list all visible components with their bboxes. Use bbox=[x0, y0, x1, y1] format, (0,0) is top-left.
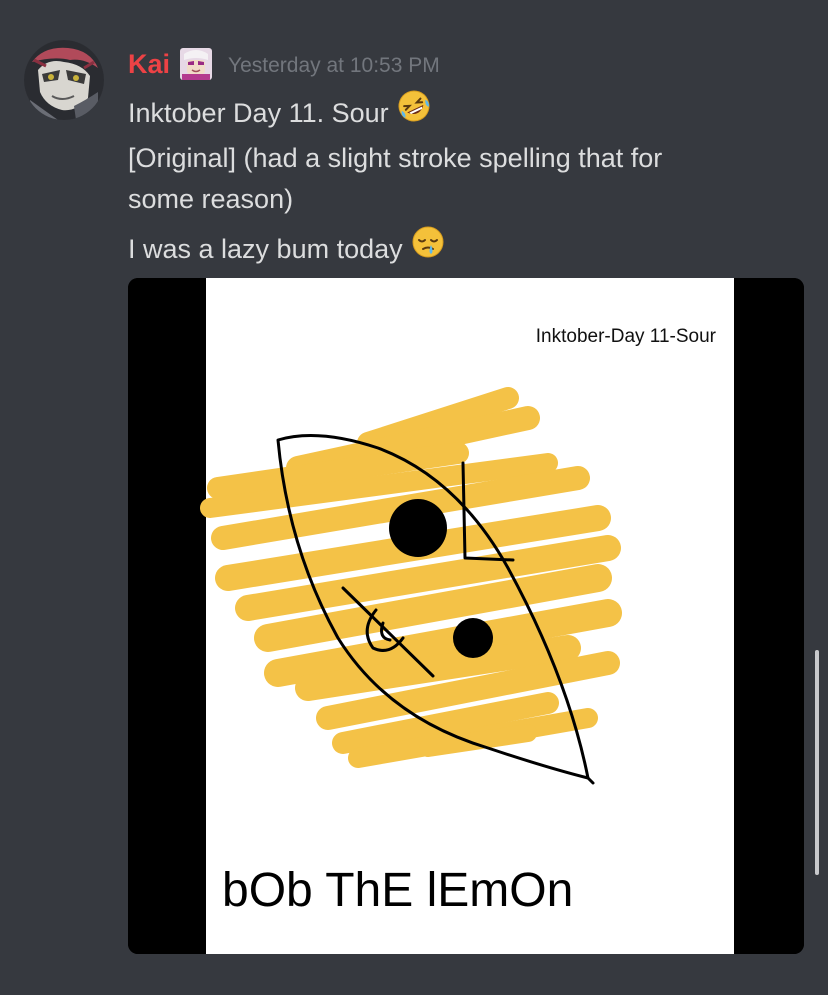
sleepy-face-icon bbox=[411, 225, 445, 271]
message-line-2: [Original] (had a slight stroke spelling… bbox=[128, 143, 663, 173]
message-timestamp: Yesterday at 10:53 PM bbox=[228, 54, 440, 77]
drawing-canvas bbox=[206, 278, 734, 954]
drawing-title: bOb ThE lEmOn bbox=[222, 864, 573, 917]
lemon-left-eye bbox=[389, 499, 447, 557]
message-line-4-text: I was a lazy bum today bbox=[128, 234, 403, 265]
drawing-caption: Inktober-Day 11-Sour bbox=[536, 326, 717, 347]
message-line-1-text: Inktober Day 11. Sour bbox=[128, 98, 389, 129]
user-avatar[interactable] bbox=[24, 40, 104, 120]
lemon-right-eye bbox=[453, 618, 493, 658]
chat-message: Kai Yesterday at 10:53 PM Inktober Day 1… bbox=[0, 0, 828, 995]
image-attachment[interactable]: Inktober-Day 11-Sour bOb ThE lEmOn bbox=[128, 278, 804, 954]
lemon-drawing: Inktober-Day 11-Sour bOb ThE lEmOn bbox=[128, 278, 804, 954]
message-header: Kai Yesterday at 10:53 PM bbox=[128, 42, 440, 86]
avatar-image bbox=[24, 40, 104, 120]
message-line-3: some reason) bbox=[128, 184, 294, 214]
role-icon bbox=[180, 48, 213, 80]
message-content: Inktober Day 11. Sour [Original] (had a … bbox=[128, 89, 768, 274]
message-line-1: Inktober Day 11. Sour bbox=[128, 89, 768, 138]
message-line-4: I was a lazy bum today bbox=[128, 225, 768, 274]
rolling-on-floor-laughing-icon bbox=[397, 89, 431, 135]
scrollbar-thumb[interactable] bbox=[815, 650, 819, 875]
author-name[interactable]: Kai bbox=[128, 49, 170, 80]
